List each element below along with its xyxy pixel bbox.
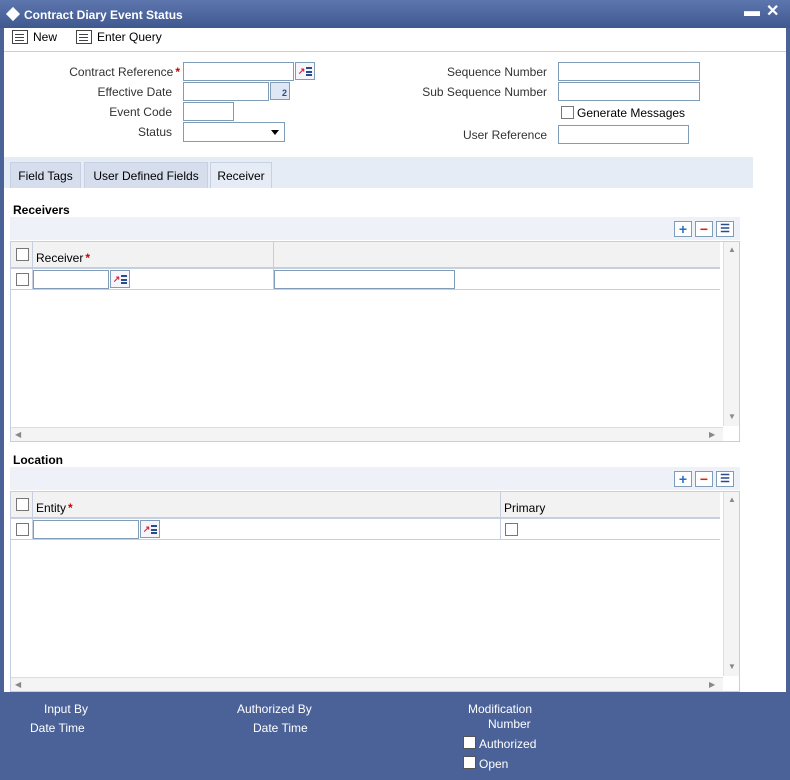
receivers-delete-button[interactable]: − (695, 221, 713, 237)
audit-footer (0, 692, 790, 780)
sequence-number-label: Sequence Number (446, 65, 547, 79)
receivers-view-button[interactable]: ☰ (716, 221, 734, 237)
lov-arrow-icon: ↗ (297, 65, 306, 76)
event-code-input[interactable] (183, 102, 234, 121)
entity-input[interactable] (33, 520, 139, 539)
lov-list-icon (151, 524, 158, 534)
effective-date-input[interactable] (183, 82, 269, 101)
location-row-divider (11, 539, 720, 540)
location-delete-button[interactable]: − (695, 471, 713, 487)
lov-list-icon (306, 66, 313, 76)
input-by-label: Input By (44, 702, 89, 716)
calendar-icon[interactable]: 2 (270, 82, 290, 100)
receivers-add-button[interactable]: + (674, 221, 692, 237)
tab-field-tags[interactable]: Field Tags (10, 162, 81, 188)
sub-sequence-number-label: Sub Sequence Number (422, 85, 547, 99)
receiver-column-header: Receiver * (36, 251, 91, 265)
receivers-vertical-scrollbar[interactable]: ▲ ▼ (723, 242, 739, 426)
effective-date-label: Effective Date (97, 85, 172, 99)
location-row-checkbox[interactable] (16, 523, 29, 536)
new-icon (12, 30, 28, 44)
scroll-left-icon[interactable]: ◀ (15, 680, 21, 689)
receivers-section-title: Receivers (13, 203, 70, 217)
location-col-separator-2 (500, 492, 501, 539)
lov-list-icon (121, 274, 128, 284)
entity-lov-button[interactable]: ↗ (140, 520, 160, 538)
location-view-button[interactable]: ☰ (716, 471, 734, 487)
tab-user-defined-fields[interactable]: User Defined Fields (84, 162, 208, 188)
scroll-down-icon[interactable]: ▼ (728, 662, 736, 671)
receivers-header-divider (11, 268, 720, 269)
authorized-by-label: Authorized By (237, 702, 312, 716)
scroll-right-icon[interactable]: ▶ (709, 680, 715, 689)
receivers-toolbar (10, 217, 740, 240)
enter-query-button-label: Enter Query (97, 30, 162, 44)
scroll-left-icon[interactable]: ◀ (15, 430, 21, 439)
window-titlebar: Contract Diary Event Status ▬ ✕ (0, 0, 790, 28)
contract-reference-label: Contract Reference * (69, 65, 180, 79)
chevron-down-icon (271, 130, 279, 135)
window-title: Contract Diary Event Status (24, 8, 183, 22)
lov-arrow-icon: ↗ (142, 523, 151, 534)
event-code-label: Event Code (109, 105, 172, 119)
scroll-up-icon[interactable]: ▲ (728, 495, 736, 504)
location-toolbar (10, 467, 740, 490)
status-select[interactable] (183, 122, 285, 142)
sequence-number-input[interactable] (558, 62, 700, 81)
receivers-row-divider (11, 289, 720, 290)
location-section-title: Location (13, 453, 63, 467)
enter-query-icon (76, 30, 92, 44)
modification-number-label: Number (488, 717, 531, 731)
tab-receiver[interactable]: Receiver (210, 162, 272, 188)
enter-query-button[interactable]: Enter Query (76, 30, 162, 44)
generate-messages-label: Generate Messages (577, 106, 686, 120)
contract-reference-input[interactable] (183, 62, 294, 81)
open-checkbox[interactable] (463, 756, 476, 769)
receivers-select-all-checkbox[interactable] (16, 248, 29, 261)
receivers-row-checkbox[interactable] (16, 273, 29, 286)
location-horizontal-scrollbar[interactable]: ◀ ▶ (11, 677, 723, 691)
sub-sequence-number-input[interactable] (558, 82, 700, 101)
receiver-input[interactable] (33, 270, 109, 289)
scroll-right-icon[interactable]: ▶ (709, 430, 715, 439)
receiver-lov-button[interactable]: ↗ (110, 270, 130, 288)
authorized-date-time-label: Date Time (253, 721, 308, 735)
location-add-button[interactable]: + (674, 471, 692, 487)
primary-column-header: Primary (504, 501, 546, 515)
new-button[interactable]: New (12, 30, 57, 44)
minimize-icon[interactable]: ▬ (744, 4, 760, 20)
scroll-up-icon[interactable]: ▲ (728, 245, 736, 254)
status-label: Status (137, 125, 172, 139)
location-header-divider (11, 518, 720, 519)
authorized-checkbox[interactable] (463, 736, 476, 749)
open-label: Open (479, 757, 509, 771)
user-reference-input[interactable] (558, 125, 689, 144)
receiver-second-input[interactable] (274, 270, 455, 289)
lov-arrow-icon: ↗ (112, 273, 121, 284)
new-button-label: New (33, 30, 58, 44)
scroll-down-icon[interactable]: ▼ (728, 412, 736, 421)
authorized-label: Authorized (479, 737, 537, 751)
app-diamond-icon (5, 6, 21, 22)
receivers-horizontal-scrollbar[interactable]: ◀ ▶ (11, 427, 723, 441)
entity-column-header: Entity * (36, 501, 73, 515)
primary-checkbox[interactable] (505, 523, 518, 536)
generate-messages-checkbox[interactable] (561, 106, 574, 119)
input-date-time-label: Date Time (30, 721, 85, 735)
contract-reference-lov-button[interactable]: ↗ (295, 62, 315, 80)
toolbar-divider (4, 51, 786, 52)
receivers-grid-header (11, 242, 720, 268)
location-select-all-checkbox[interactable] (16, 498, 29, 511)
modification-label: Modification (468, 702, 533, 716)
location-vertical-scrollbar[interactable]: ▲ ▼ (723, 492, 739, 676)
user-reference-label: User Reference (462, 128, 547, 142)
location-grid-header (11, 492, 720, 518)
close-icon[interactable]: ✕ (766, 4, 779, 20)
